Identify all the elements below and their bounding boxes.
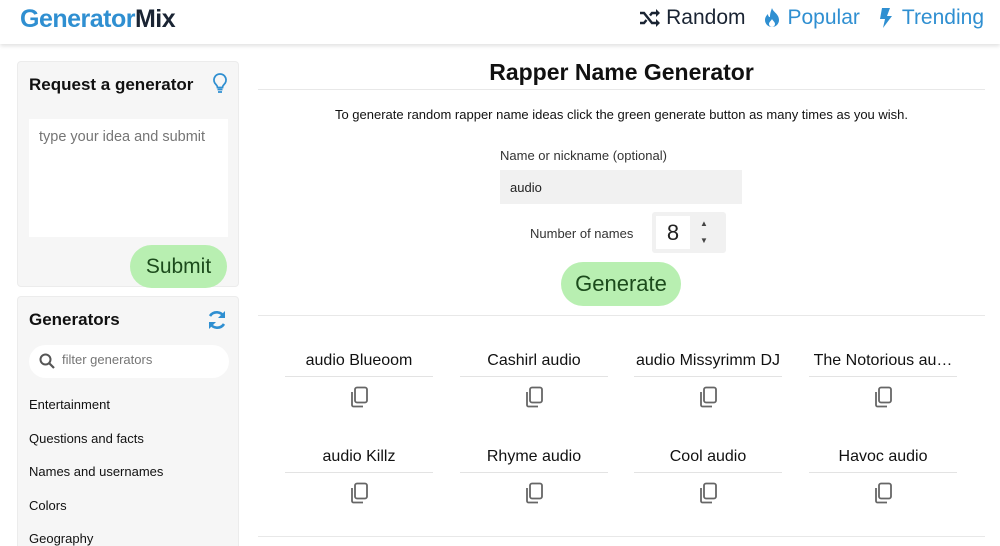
- nav-popular-link[interactable]: Popular: [760, 6, 860, 30]
- generate-button[interactable]: Generate: [561, 262, 681, 306]
- copy-icon[interactable]: [349, 386, 369, 408]
- page-description: To generate random rapper name ideas cli…: [334, 107, 909, 122]
- top-nav: Random Popular Trending: [638, 6, 984, 30]
- shuffle-icon: [638, 6, 662, 30]
- filter-generators-field[interactable]: [29, 345, 229, 378]
- decrement-icon[interactable]: ▼: [700, 236, 708, 245]
- result-item: Cool audio: [633, 446, 783, 504]
- filter-generators-input[interactable]: [62, 352, 212, 367]
- result-name: Havoc audio: [838, 448, 928, 465]
- number-of-names-stepper[interactable]: 8 ▲ ▼: [652, 212, 726, 253]
- result-item: audio Killz: [284, 446, 434, 504]
- result-item: Cashirl audio: [459, 350, 609, 408]
- divider: [258, 536, 985, 537]
- lightbulb-icon: [213, 73, 227, 93]
- copy-icon[interactable]: [873, 386, 893, 408]
- divider: [258, 89, 985, 90]
- result-underline: [634, 376, 782, 377]
- nav-trending-link[interactable]: Trending: [874, 6, 984, 30]
- copy-icon[interactable]: [873, 482, 893, 504]
- request-generator-panel: Request a generator Submit: [17, 61, 239, 288]
- result-name: audio Killz: [322, 448, 396, 465]
- result-underline: [285, 376, 433, 377]
- number-of-names-label: Number of names: [530, 226, 634, 241]
- request-idea-textarea[interactable]: [29, 119, 228, 237]
- divider: [258, 315, 985, 316]
- result-underline: [809, 376, 957, 377]
- number-of-names-value[interactable]: 8: [656, 216, 690, 249]
- result-underline: [809, 472, 957, 473]
- increment-icon[interactable]: ▲: [700, 219, 708, 228]
- generator-category-list: Entertainment Questions and facts Names …: [29, 397, 163, 546]
- page-title: Rapper Name Generator: [489, 59, 754, 85]
- nav-popular-label: Popular: [787, 6, 860, 29]
- site-logo[interactable]: GeneratorMix: [20, 5, 176, 34]
- name-field-label: Name or nickname (optional): [500, 148, 667, 163]
- submit-button[interactable]: Submit: [130, 245, 227, 288]
- result-name: Rhyme audio: [486, 448, 582, 465]
- category-names-and-usernames[interactable]: Names and usernames: [29, 464, 163, 498]
- copy-icon[interactable]: [349, 482, 369, 504]
- result-name: Cool audio: [669, 448, 747, 465]
- result-item: The Notorious au…: [808, 350, 958, 408]
- result-item: audio Missyrimm DJ: [633, 350, 783, 408]
- result-underline: [460, 376, 608, 377]
- result-name: The Notorious au…: [813, 352, 953, 369]
- refresh-icon[interactable]: [206, 309, 228, 331]
- search-icon: [39, 353, 55, 369]
- copy-icon[interactable]: [524, 482, 544, 504]
- result-item: audio Blueoom: [284, 350, 434, 408]
- result-underline: [634, 472, 782, 473]
- flame-icon: [760, 6, 784, 30]
- result-name: audio Missyrimm DJ: [635, 352, 780, 369]
- logo-part-mix: Mix: [134, 5, 176, 33]
- category-questions-and-facts[interactable]: Questions and facts: [29, 431, 163, 465]
- nav-random-link[interactable]: Random: [638, 6, 746, 30]
- result-name: audio Blueoom: [305, 352, 413, 369]
- category-colors[interactable]: Colors: [29, 498, 163, 532]
- site-header: GeneratorMix Random Popular Trending: [0, 0, 1000, 44]
- result-underline: [460, 472, 608, 473]
- copy-icon[interactable]: [524, 386, 544, 408]
- logo-part-generator: Generator: [20, 5, 135, 33]
- request-panel-title: Request a generator: [29, 75, 194, 94]
- category-geography[interactable]: Geography: [29, 531, 163, 546]
- result-item: Rhyme audio: [459, 446, 609, 504]
- name-input[interactable]: [500, 170, 742, 204]
- result-underline: [285, 472, 433, 473]
- nav-random-label: Random: [666, 6, 746, 29]
- generators-panel-title: Generators: [29, 310, 120, 329]
- result-item: Havoc audio: [808, 446, 958, 504]
- category-entertainment[interactable]: Entertainment: [29, 397, 163, 431]
- copy-icon[interactable]: [698, 482, 718, 504]
- result-name: Cashirl audio: [487, 352, 581, 369]
- nav-trending-label: Trending: [901, 6, 984, 29]
- generators-panel: Generators Entertainment Questions and f…: [17, 296, 239, 546]
- copy-icon[interactable]: [698, 386, 718, 408]
- bolt-icon: [874, 6, 898, 30]
